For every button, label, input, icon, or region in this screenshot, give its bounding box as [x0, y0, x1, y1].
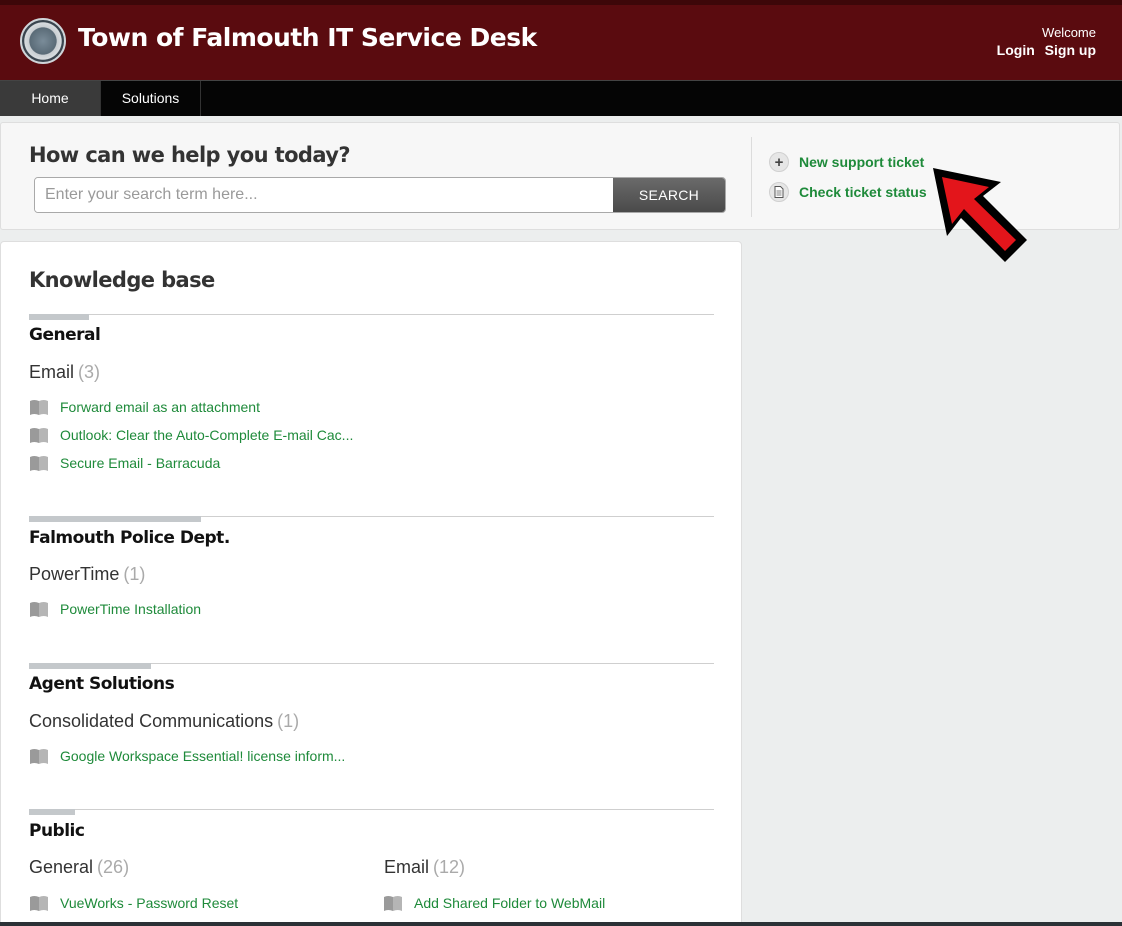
article-link[interactable]: Secure Email - Barracuda [29, 454, 220, 472]
new-support-ticket-label: New support ticket [799, 154, 925, 170]
nav-tab-home[interactable]: Home [0, 81, 101, 116]
search-box: SEARCH [34, 177, 726, 213]
new-support-ticket-link[interactable]: + New support ticket [769, 152, 924, 172]
site-header: Town of Falmouth IT Service Desk Welcome… [0, 0, 1122, 80]
document-icon [769, 182, 789, 202]
signup-link[interactable]: Sign up [1045, 42, 1096, 58]
main-nav: Home Solutions [0, 80, 1122, 116]
book-icon [30, 895, 48, 911]
check-ticket-status-label: Check ticket status [799, 184, 927, 200]
book-icon [30, 748, 48, 764]
auth-links: Login Sign up [991, 42, 1096, 58]
section-title-public: Public [29, 821, 85, 841]
article-link[interactable]: Add Shared Folder to WebMail [383, 894, 605, 912]
section-divider [29, 314, 714, 315]
category-count: (1) [123, 564, 146, 584]
category-name: Consolidated Communications [29, 711, 274, 731]
knowledge-base-heading: Knowledge base [29, 268, 215, 292]
window-bottom-edge [0, 922, 1122, 926]
article-link[interactable]: Forward email as an attachment [29, 398, 260, 416]
red-arrow-annotation-icon [933, 168, 1027, 262]
nav-tab-solutions[interactable]: Solutions [101, 81, 201, 116]
book-icon [30, 455, 48, 471]
panel-divider [751, 137, 752, 217]
section-title-police: Falmouth Police Dept. [29, 528, 230, 548]
category-powertime[interactable]: PowerTime (1) [29, 564, 145, 585]
town-seal-logo[interactable] [20, 18, 66, 64]
plus-icon: + [769, 152, 789, 172]
section-divider [29, 809, 714, 810]
login-link[interactable]: Login [997, 42, 1035, 58]
book-icon [30, 399, 48, 415]
category-email[interactable]: Email (3) [29, 362, 100, 383]
category-name: General [29, 857, 94, 877]
section-accent-bar [29, 663, 151, 669]
book-icon [30, 427, 48, 443]
category-name: PowerTime [29, 564, 120, 584]
section-accent-bar [29, 516, 201, 522]
section-title-general: General [29, 325, 101, 345]
check-ticket-status-link[interactable]: Check ticket status [769, 182, 927, 202]
category-count: (12) [433, 857, 466, 877]
book-icon [384, 895, 402, 911]
section-accent-bar [29, 809, 75, 815]
category-name: Email [29, 362, 75, 382]
article-link[interactable]: Google Workspace Essential! license info… [29, 747, 345, 765]
category-consolidated-communications[interactable]: Consolidated Communications (1) [29, 711, 299, 732]
welcome-text: Welcome [1042, 25, 1096, 40]
article-link[interactable]: VueWorks - Password Reset [29, 894, 238, 912]
search-input[interactable] [35, 178, 613, 212]
article-link[interactable]: Outlook: Clear the Auto-Complete E-mail … [29, 426, 353, 444]
section-title-agent-solutions: Agent Solutions [29, 674, 175, 694]
category-name: Email [384, 857, 430, 877]
category-count: (1) [277, 711, 300, 731]
category-count: (3) [78, 362, 101, 382]
article-link[interactable]: PowerTime Installation [29, 600, 201, 618]
help-heading: How can we help you today? [29, 143, 351, 167]
search-button[interactable]: SEARCH [613, 178, 725, 212]
site-title[interactable]: Town of Falmouth IT Service Desk [78, 23, 537, 52]
category-email-public[interactable]: Email (12) [384, 857, 465, 878]
section-accent-bar [29, 314, 89, 320]
book-icon [30, 601, 48, 617]
knowledge-base-panel: Knowledge base General Email (3) Forward … [0, 241, 742, 926]
category-count: (26) [97, 857, 130, 877]
category-general[interactable]: General (26) [29, 857, 129, 878]
